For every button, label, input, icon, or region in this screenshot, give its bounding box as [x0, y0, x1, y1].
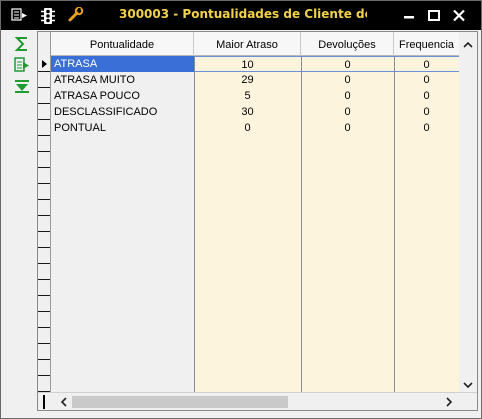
row-indicator[interactable]: [38, 376, 50, 392]
report-window: 300003 - Pontualidades de Cliente de Var…: [0, 0, 482, 419]
row-indicator[interactable]: [38, 344, 50, 360]
row-indicator[interactable]: [38, 136, 50, 152]
row-indicator[interactable]: [38, 296, 50, 312]
cell-maior-atraso[interactable]: 5: [194, 88, 301, 104]
vertical-scrollbar[interactable]: [459, 32, 477, 392]
wrench-icon[interactable]: [67, 6, 85, 23]
cell-devolucoes[interactable]: 0: [301, 88, 394, 104]
column-header-maior-atraso[interactable]: Maior Atraso: [194, 32, 301, 56]
grid-cells: Pontualidade Maior Atraso Devoluções Fre…: [51, 32, 459, 392]
cell-frequencia[interactable]: 0: [394, 88, 459, 104]
row-indicator[interactable]: [38, 264, 50, 280]
cell-pontualidade[interactable]: ATRASA: [51, 56, 194, 72]
tool-strip: [5, 31, 37, 415]
current-row-arrow-icon: [42, 60, 47, 68]
row-indicator[interactable]: [38, 56, 50, 72]
row-indicator[interactable]: [38, 216, 50, 232]
cell-devolucoes[interactable]: 0: [301, 56, 394, 72]
scroll-left-icon[interactable]: [56, 394, 72, 410]
cell-maior-atraso[interactable]: 29: [194, 72, 301, 88]
column-header-pontualidade[interactable]: Pontualidade: [51, 32, 194, 56]
grid-header: Pontualidade Maior Atraso Devoluções Fre…: [51, 32, 459, 56]
filter-down-icon[interactable]: [13, 77, 31, 95]
column-header-devolucoes[interactable]: Devoluções: [301, 32, 394, 56]
row-indicator[interactable]: [38, 168, 50, 184]
column-header-frequencia[interactable]: Frequencia: [394, 32, 459, 56]
cell-maior-atraso[interactable]: 0: [194, 120, 301, 136]
cell-maior-atraso[interactable]: 10: [194, 56, 301, 72]
horizontal-scroll-thumb[interactable]: [72, 396, 288, 408]
close-icon[interactable]: [449, 7, 469, 24]
maximize-icon[interactable]: [424, 7, 444, 24]
row-indicator[interactable]: [38, 120, 50, 136]
minimize-icon[interactable]: [399, 7, 419, 24]
title-bar[interactable]: 300003 - Pontualidades de Cliente de Var…: [1, 1, 481, 30]
row-indicator[interactable]: [38, 360, 50, 376]
row-indicator[interactable]: [38, 200, 50, 216]
row-indicator[interactable]: [38, 248, 50, 264]
cell-devolucoes[interactable]: 0: [301, 72, 394, 88]
scroll-right-icon[interactable]: [441, 394, 457, 410]
row-indicator[interactable]: [38, 72, 50, 88]
table-row[interactable]: DESCLASSIFICADO 30 0 0: [51, 104, 459, 120]
row-indicator-column: [38, 32, 51, 392]
row-indicator[interactable]: [38, 184, 50, 200]
table-row[interactable]: ATRASA 10 0 0: [51, 56, 459, 72]
export-icon[interactable]: [13, 56, 31, 74]
row-indicator[interactable]: [38, 328, 50, 344]
cell-pontualidade[interactable]: PONTUAL: [51, 120, 194, 136]
cell-frequencia[interactable]: 0: [394, 56, 459, 72]
table-row[interactable]: ATRASA POUCO 5 0 0: [51, 88, 459, 104]
sum-icon[interactable]: [13, 35, 31, 53]
table-row[interactable]: ATRASA MUITO 29 0 0: [51, 72, 459, 88]
data-grid[interactable]: Pontualidade Maior Atraso Devoluções Fre…: [37, 31, 478, 411]
row-indicator[interactable]: [38, 312, 50, 328]
row-indicator[interactable]: [38, 104, 50, 120]
cell-pontualidade[interactable]: DESCLASSIFICADO: [51, 104, 194, 120]
cell-frequencia[interactable]: 0: [394, 104, 459, 120]
cell-devolucoes[interactable]: 0: [301, 104, 394, 120]
horizontal-scrollbar[interactable]: [38, 392, 477, 410]
window-title: 300003 - Pontualidades de Cliente de Var…: [119, 7, 367, 21]
cell-devolucoes[interactable]: 0: [301, 120, 394, 136]
menu-export-icon[interactable]: [11, 7, 29, 23]
row-indicator[interactable]: [38, 152, 50, 168]
row-indicator[interactable]: [38, 88, 50, 104]
row-indicator[interactable]: [38, 232, 50, 248]
cell-frequencia[interactable]: 0: [394, 120, 459, 136]
scroll-up-icon[interactable]: [459, 36, 477, 54]
scroll-origin-marker: [43, 395, 45, 409]
cell-pontualidade[interactable]: ATRASA POUCO: [51, 88, 194, 104]
cell-pontualidade[interactable]: ATRASA MUITO: [51, 72, 194, 88]
cell-frequencia[interactable]: 0: [394, 72, 459, 88]
traffic-light-icon[interactable]: [39, 7, 57, 24]
row-indicator[interactable]: [38, 280, 50, 296]
cell-maior-atraso[interactable]: 30: [194, 104, 301, 120]
table-row[interactable]: PONTUAL 0 0 0: [51, 120, 459, 136]
